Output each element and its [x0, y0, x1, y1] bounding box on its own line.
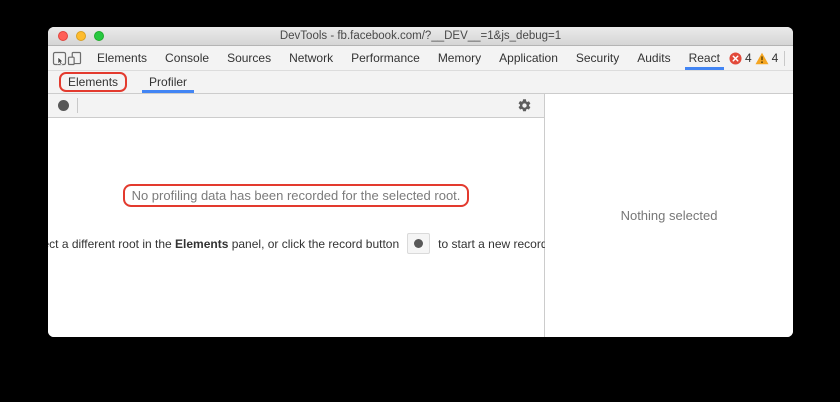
devtools-tabbar: Elements Console Sources Network Perform… — [48, 46, 793, 71]
minimize-window-button[interactable] — [76, 31, 86, 41]
tab-console[interactable]: Console — [156, 46, 218, 70]
red-annotation-box: Elements — [59, 72, 127, 92]
subtab-elements[interactable]: Elements — [51, 71, 138, 93]
tab-label: Memory — [438, 51, 481, 65]
tab-security[interactable]: Security — [567, 46, 628, 70]
inspect-element-icon[interactable] — [52, 46, 67, 70]
tab-sources[interactable]: Sources — [218, 46, 280, 70]
gear-icon[interactable] — [515, 96, 534, 115]
profiler-empty-state: No profiling data has been recorded for … — [48, 118, 544, 337]
profiler-body: No profiling data has been recorded for … — [48, 94, 793, 337]
tab-label: Security — [576, 51, 619, 65]
instruction-elements-bold: Elements — [175, 237, 228, 251]
window-title: DevTools - fb.facebook.com/?__DEV__=1&js… — [280, 30, 561, 42]
warning-count: 4 — [772, 51, 779, 65]
devtools-window: DevTools - fb.facebook.com/?__DEV__=1&js… — [48, 27, 793, 337]
subtab-label: Elements — [68, 75, 118, 89]
screenshot-stage: DevTools - fb.facebook.com/?__DEV__=1&js… — [0, 0, 840, 402]
no-profiling-data-message: No profiling data has been recorded for … — [123, 184, 470, 207]
nothing-selected-label: Nothing selected — [621, 208, 718, 223]
tab-label: Network — [289, 51, 333, 65]
tab-application[interactable]: Application — [490, 46, 567, 70]
subtab-label: Profiler — [149, 75, 187, 89]
instruction-prefix: Select a different root in the — [48, 237, 175, 251]
profiler-right-panel: Nothing selected — [545, 94, 793, 337]
react-subtabbar: Elements Profiler — [48, 71, 793, 94]
error-badge[interactable]: 4 — [729, 51, 752, 65]
tab-label: Sources — [227, 51, 271, 65]
inline-record-button[interactable] — [407, 233, 430, 254]
warning-badge-icon — [755, 52, 769, 65]
tab-label: Application — [499, 51, 558, 65]
error-badge-icon — [729, 52, 742, 65]
more-menu-icon[interactable] — [791, 52, 793, 65]
tabbar-right-controls: 4 4 — [729, 46, 793, 70]
tab-label: Performance — [351, 51, 420, 65]
tab-audits[interactable]: Audits — [628, 46, 679, 70]
tab-label: React — [689, 51, 720, 65]
titlebar: DevTools - fb.facebook.com/?__DEV__=1&js… — [48, 27, 793, 46]
tab-label: Elements — [97, 51, 147, 65]
toolbar-separator — [77, 98, 78, 113]
zoom-window-button[interactable] — [94, 31, 104, 41]
warning-badge[interactable]: 4 — [755, 51, 779, 65]
tab-react[interactable]: React — [680, 46, 729, 70]
device-toolbar-icon[interactable] — [67, 46, 82, 70]
record-icon — [414, 239, 423, 248]
tab-elements[interactable]: Elements — [88, 46, 156, 70]
tab-network[interactable]: Network — [280, 46, 342, 70]
tab-label: Audits — [637, 51, 670, 65]
profiler-instruction: Select a different root in the Elements … — [48, 233, 567, 254]
close-window-button[interactable] — [58, 31, 68, 41]
profiler-toolbar — [48, 94, 544, 118]
tabbar-separator — [784, 51, 785, 66]
record-icon[interactable] — [58, 100, 69, 111]
tab-label: Console — [165, 51, 209, 65]
error-count: 4 — [745, 51, 752, 65]
profiler-left-panel: No profiling data has been recorded for … — [48, 94, 545, 337]
instruction-middle: panel, or click the record button — [228, 237, 399, 251]
subtab-profiler[interactable]: Profiler — [138, 71, 198, 93]
tab-performance[interactable]: Performance — [342, 46, 429, 70]
traffic-lights — [58, 31, 104, 41]
tab-memory[interactable]: Memory — [429, 46, 490, 70]
